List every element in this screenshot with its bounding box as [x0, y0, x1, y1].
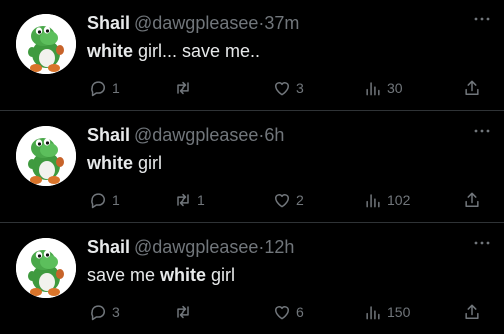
- tweet-text-part: white: [87, 41, 134, 61]
- views-button[interactable]: 150: [363, 302, 410, 322]
- reply-count: 1: [112, 80, 120, 96]
- like-button[interactable]: 6: [272, 302, 304, 322]
- avatar[interactable]: [16, 238, 76, 298]
- share-button[interactable]: [462, 190, 482, 210]
- view-count: 30: [387, 80, 403, 96]
- more-horizontal-icon: [474, 241, 490, 245]
- timestamp[interactable]: 12h: [264, 237, 294, 257]
- retweet-button[interactable]: 1: [173, 190, 205, 210]
- tweet-text-part: white: [87, 153, 134, 173]
- display-name[interactable]: Shail: [87, 237, 130, 257]
- heart-icon: [275, 194, 289, 208]
- reply-bubble-icon: [91, 81, 105, 97]
- tweet-text: save me white girl: [87, 263, 235, 287]
- reply-count: 1: [112, 192, 120, 208]
- reply-count: 3: [112, 304, 120, 320]
- tweet-divider: [0, 110, 504, 111]
- green-dinosaur-plush-avatar-icon: [16, 126, 76, 186]
- share-button[interactable]: [462, 302, 482, 322]
- heart-icon: [275, 306, 289, 320]
- tweet-text-part: white: [160, 265, 207, 285]
- tweet-text-part: save me: [87, 265, 161, 285]
- reply-bubble-icon: [91, 193, 105, 209]
- timeline-feed: Shail @dawgpleasee·37m white girl... save…: [0, 0, 504, 333]
- tweet[interactable]: Shail @dawgpleasee·6h white girl 1 1 2 1…: [0, 112, 504, 222]
- avatar[interactable]: [16, 14, 76, 74]
- like-button[interactable]: 2: [272, 190, 304, 210]
- tweet-actions: 3 6 150: [0, 302, 504, 322]
- retweet-arrows-icon: [177, 193, 189, 207]
- tweet-text: white girl: [87, 151, 162, 175]
- tweet-text: white girl... save me..: [87, 39, 260, 63]
- more-options-button[interactable]: [472, 238, 492, 248]
- views-button[interactable]: 30: [363, 78, 403, 98]
- tweet-actions: 1 3 30: [0, 78, 504, 98]
- retweet-count: 1: [197, 192, 205, 208]
- retweet-arrows-icon: [177, 81, 189, 95]
- share-upload-icon: [465, 192, 479, 207]
- tweet-text-part: girl: [206, 265, 236, 285]
- reply-button[interactable]: 3: [88, 302, 120, 322]
- reply-button[interactable]: 1: [88, 190, 120, 210]
- retweet-arrows-icon: [177, 305, 189, 319]
- timestamp[interactable]: 37m: [264, 13, 299, 33]
- avatar[interactable]: [16, 126, 76, 186]
- heart-icon: [275, 82, 289, 96]
- share-upload-icon: [465, 304, 479, 319]
- more-horizontal-icon: [474, 129, 490, 133]
- tweet[interactable]: Shail @dawgpleasee·37m white girl... save…: [0, 0, 504, 110]
- green-dinosaur-plush-avatar-icon: [16, 14, 76, 74]
- tweet-text-part: girl... save me..: [133, 41, 261, 61]
- tweet-header: Shail @dawgpleasee·12h: [87, 236, 294, 258]
- tweet-actions: 1 1 2 102: [0, 190, 504, 210]
- analytics-bars-icon: [366, 194, 380, 208]
- like-count: 2: [296, 192, 304, 208]
- more-horizontal-icon: [474, 17, 490, 21]
- display-name[interactable]: Shail: [87, 125, 130, 145]
- analytics-bars-icon: [366, 82, 380, 96]
- share-button[interactable]: [462, 78, 482, 98]
- user-handle[interactable]: @dawgpleasee: [134, 237, 258, 257]
- retweet-button[interactable]: [173, 302, 197, 322]
- green-dinosaur-plush-avatar-icon: [16, 238, 76, 298]
- tweet-text-part: girl: [133, 153, 163, 173]
- tweet[interactable]: Shail @dawgpleasee·12h save me white girl…: [0, 224, 504, 334]
- like-button[interactable]: 3: [272, 78, 304, 98]
- display-name[interactable]: Shail: [87, 13, 130, 33]
- view-count: 102: [387, 192, 411, 208]
- more-options-button[interactable]: [472, 126, 492, 136]
- user-handle[interactable]: @dawgpleasee: [134, 13, 258, 33]
- views-button[interactable]: 102: [363, 190, 410, 210]
- analytics-bars-icon: [366, 306, 380, 320]
- reply-bubble-icon: [91, 305, 105, 321]
- view-count: 150: [387, 304, 411, 320]
- tweet-header: Shail @dawgpleasee·37m: [87, 12, 299, 34]
- like-count: 6: [296, 304, 304, 320]
- more-options-button[interactable]: [472, 14, 492, 24]
- retweet-button[interactable]: [173, 78, 197, 98]
- like-count: 3: [296, 80, 304, 96]
- reply-button[interactable]: 1: [88, 78, 120, 98]
- tweet-divider: [0, 222, 504, 223]
- share-upload-icon: [465, 80, 479, 95]
- user-handle[interactable]: @dawgpleasee: [134, 125, 258, 145]
- timestamp[interactable]: 6h: [264, 125, 284, 145]
- tweet-header: Shail @dawgpleasee·6h: [87, 124, 284, 146]
